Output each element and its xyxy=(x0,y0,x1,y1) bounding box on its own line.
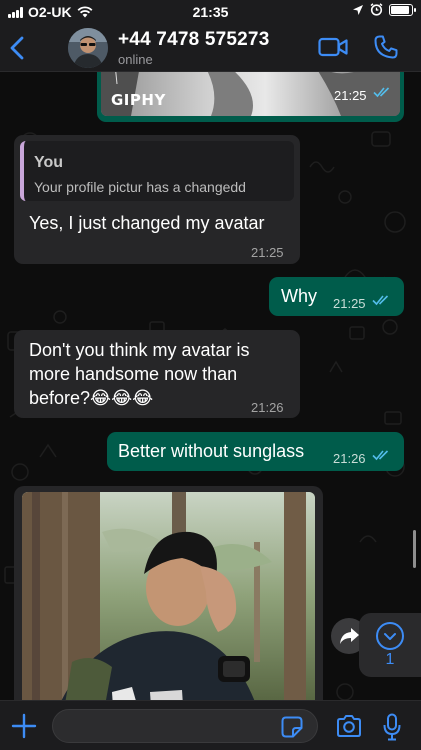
quoted-text: Your profile pictur has a changedd xyxy=(34,179,246,195)
scroll-to-bottom-button[interactable]: 1 xyxy=(359,613,421,677)
message-time: 21:26 xyxy=(251,400,284,415)
message-outgoing[interactable]: Better without sunglass 21:26 xyxy=(107,432,404,471)
quoted-message[interactable]: You Your profile pictur has a changedd xyxy=(20,141,294,201)
read-ticks-icon xyxy=(372,450,389,461)
contact-name[interactable]: +44 7478 575273 xyxy=(118,29,269,51)
alarm-icon xyxy=(370,3,383,16)
quoted-author: You xyxy=(34,154,64,171)
read-ticks-icon xyxy=(372,295,389,306)
message-incoming[interactable]: Don't you think my avatar is more handso… xyxy=(14,330,300,418)
photo-image[interactable] xyxy=(22,492,315,700)
sticker-icon[interactable] xyxy=(281,716,303,738)
message-text: Why xyxy=(281,286,317,306)
composer-bar xyxy=(0,700,421,750)
giphy-label: GIPHY xyxy=(111,91,166,109)
back-chevron-icon[interactable] xyxy=(8,36,28,60)
chat-area[interactable]: GIPHY 21:25 You Your profile pictur has … xyxy=(0,72,421,700)
message-gif[interactable]: GIPHY 21:25 xyxy=(97,72,404,122)
camera-icon[interactable] xyxy=(336,714,362,738)
contact-status: online xyxy=(118,52,153,67)
microphone-icon[interactable] xyxy=(383,713,401,741)
message-incoming-photo[interactable] xyxy=(14,486,323,700)
read-ticks-icon xyxy=(373,87,390,98)
message-text: Don't you think my avatar is more handso… xyxy=(29,340,250,408)
message-input[interactable] xyxy=(52,709,318,743)
chat-header: +44 7478 575273 online xyxy=(0,24,421,72)
message-text: Better without sunglass xyxy=(118,441,305,461)
battery-icon xyxy=(389,3,416,16)
chevron-down-icon xyxy=(376,622,404,650)
video-call-icon[interactable] xyxy=(318,36,348,58)
message-incoming-reply[interactable]: You Your profile pictur has a changedd Y… xyxy=(14,135,300,264)
contact-avatar[interactable] xyxy=(68,28,108,68)
plus-icon[interactable] xyxy=(11,713,37,739)
status-bar: O2-UK 21:35 xyxy=(0,0,421,24)
message-time: 21:25 xyxy=(333,296,366,311)
scrollbar[interactable] xyxy=(413,530,416,568)
unread-count-badge: 1 xyxy=(385,651,395,668)
phone-call-icon[interactable] xyxy=(373,34,399,60)
message-time: 21:26 xyxy=(333,451,366,466)
message-outgoing[interactable]: Why 21:25 xyxy=(269,277,404,316)
location-icon xyxy=(353,4,363,15)
message-time: 21:25 xyxy=(334,88,367,103)
message-text: Yes, I just changed my avatar xyxy=(29,213,265,233)
message-time: 21:25 xyxy=(251,245,284,260)
